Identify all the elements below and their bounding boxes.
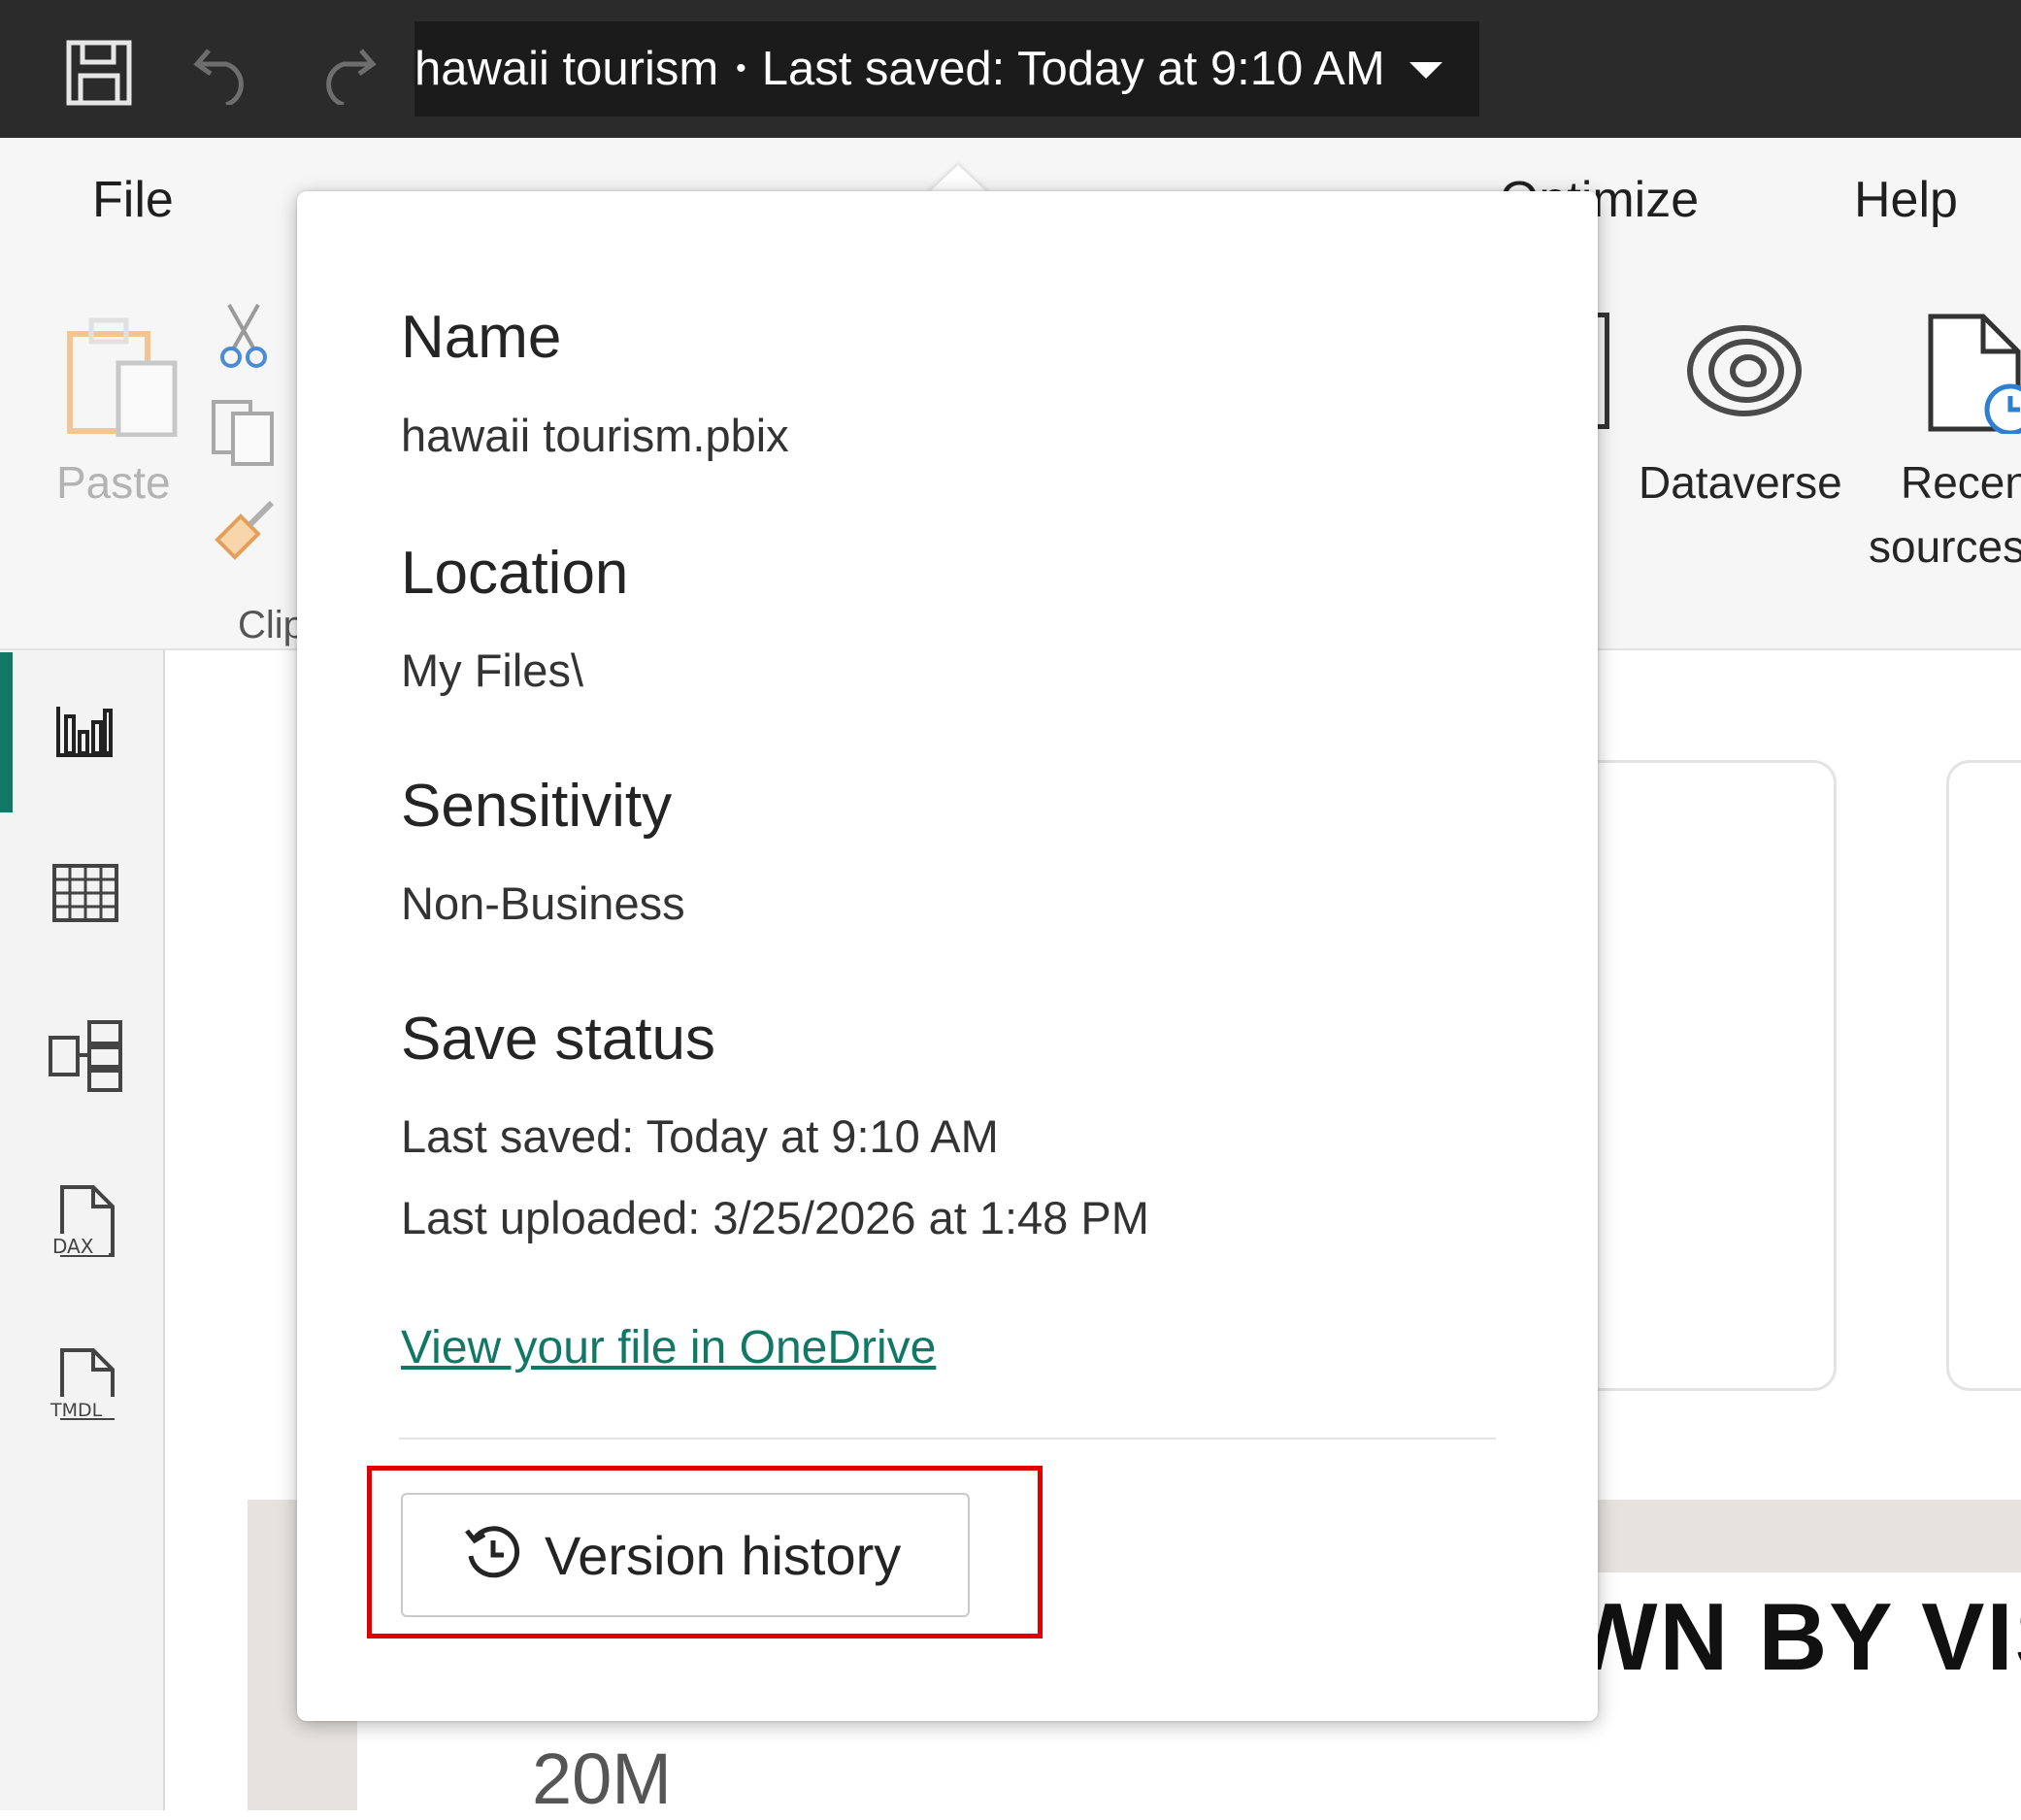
dataverse-icon[interactable] (1684, 320, 1805, 426)
title-separator: • (736, 52, 746, 84)
onedrive-link[interactable]: View your file in OneDrive (401, 1321, 936, 1374)
clipboard-group-label: Clip (238, 604, 305, 646)
save-icon[interactable] (55, 29, 143, 116)
report-view-icon[interactable] (39, 685, 132, 778)
title-last-saved: Last saved: Today at 9:10 AM (761, 43, 1385, 95)
active-view-indicator (0, 652, 13, 812)
svg-text:DAX: DAX (52, 1235, 94, 1258)
redo-icon[interactable] (303, 29, 390, 116)
copy-icon[interactable] (210, 398, 278, 471)
model-view-icon[interactable] (39, 1009, 132, 1103)
table-view-icon[interactable] (39, 846, 132, 940)
file-name-value: hawaii tourism.pbix (401, 410, 789, 461)
recent-sources-icon[interactable] (1927, 313, 2021, 439)
file-info-flyout: Name hawaii tourism.pbix Location My Fil… (297, 191, 1598, 1721)
tmdl-view-icon[interactable]: TMDL (39, 1338, 132, 1431)
undo-icon[interactable] (180, 29, 267, 116)
chart-title: WN BY VIS (1568, 1583, 2021, 1690)
recent-sources-label[interactable]: Recen (1901, 456, 2021, 509)
location-heading: Location (401, 540, 629, 607)
chevron-down-icon (1409, 62, 1442, 79)
tab-help[interactable]: Help (1854, 171, 1958, 229)
last-uploaded-value: Last uploaded: 3/25/2026 at 1:48 PM (401, 1192, 1149, 1243)
sensitivity-heading: Sensitivity (401, 773, 673, 840)
format-painter-icon[interactable] (212, 495, 280, 568)
flyout-beak (927, 165, 989, 194)
version-history-label: Version history (545, 1524, 902, 1586)
cut-icon[interactable] (219, 303, 268, 374)
file-title-dropdown[interactable]: hawaii tourism • Last saved: Today at 9:… (414, 21, 1479, 116)
save-status-heading: Save status (401, 1006, 715, 1073)
paste-label[interactable]: Paste (56, 456, 171, 509)
tab-file[interactable]: File (92, 171, 174, 229)
file-title: hawaii tourism (414, 43, 719, 95)
flyout-divider (399, 1438, 1496, 1439)
dax-query-view-icon[interactable]: DAX (39, 1175, 132, 1268)
name-heading: Name (401, 304, 562, 371)
recent-sources-label-line2: sources (1869, 521, 2021, 572)
visual-card-2[interactable] (1946, 760, 2021, 1391)
last-saved-value: Last saved: Today at 9:10 AM (401, 1110, 999, 1162)
location-value: My Files\ (401, 645, 583, 696)
title-bar: hawaii tourism • Last saved: Today at 9:… (0, 0, 2021, 138)
version-history-button[interactable]: Version history (401, 1493, 970, 1617)
dataverse-label[interactable]: Dataverse (1639, 456, 1842, 509)
history-icon (463, 1523, 523, 1588)
svg-text:TMDL: TMDL (50, 1400, 103, 1421)
paste-icon[interactable] (64, 313, 182, 442)
sensitivity-value: Non-Business (401, 877, 685, 929)
y-axis-tick: 20M (532, 1738, 672, 1819)
